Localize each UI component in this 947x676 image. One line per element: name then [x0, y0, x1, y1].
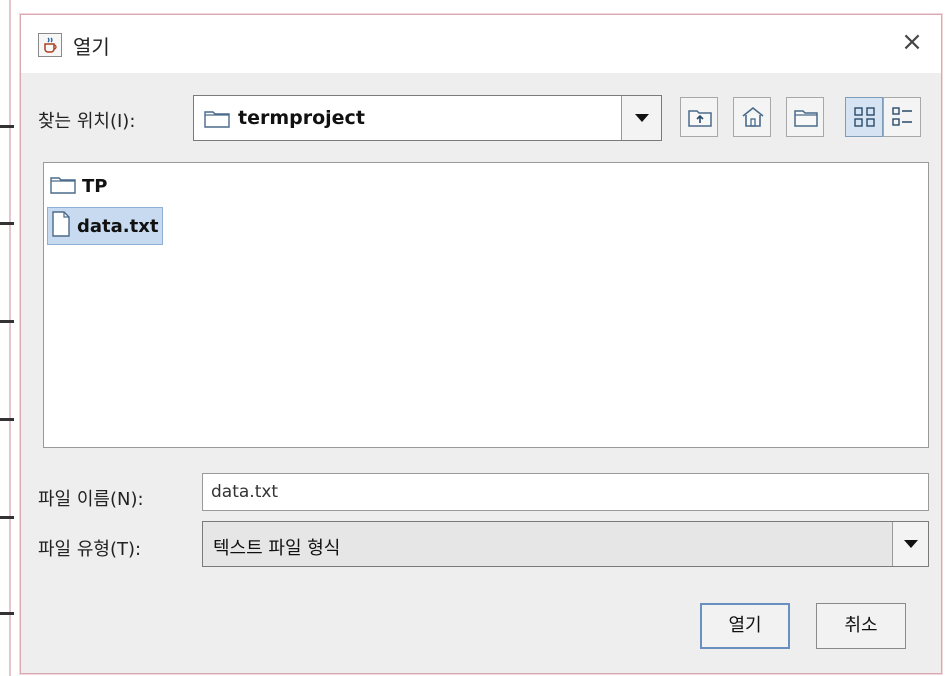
- background-tick: [0, 418, 14, 421]
- home-icon: [742, 106, 764, 127]
- list-view-button[interactable]: [845, 97, 883, 137]
- folder-icon: [50, 174, 76, 199]
- look-in-dropdown[interactable]: termproject: [193, 95, 662, 141]
- background-tick: [0, 516, 14, 519]
- home-button[interactable]: [733, 97, 771, 137]
- window-title: 열기: [73, 35, 110, 59]
- folder-icon: [204, 108, 230, 132]
- title-bar: 열기 ×: [21, 15, 941, 73]
- file-type-value: 텍스트 파일 형식: [213, 538, 341, 559]
- dropdown-arrow-button[interactable]: [621, 96, 661, 140]
- list-item-folder[interactable]: TP: [47, 167, 111, 205]
- document-icon: [51, 210, 71, 242]
- background-tick: [0, 222, 14, 225]
- up-one-level-button[interactable]: [680, 97, 718, 137]
- list-view-icon: [854, 107, 875, 127]
- background-tick: [0, 320, 14, 323]
- close-button[interactable]: ×: [895, 25, 929, 59]
- open-file-dialog: 열기 × 찾는 위치(I): termproject TP data.txt 파…: [20, 14, 942, 674]
- new-folder-icon: [794, 110, 818, 127]
- file-name-label: data.txt: [77, 215, 159, 237]
- background-divider: [9, 0, 11, 676]
- new-folder-button[interactable]: [786, 97, 824, 137]
- list-item-file[interactable]: data.txt: [47, 207, 164, 245]
- background-tick: [0, 125, 14, 128]
- file-list-pane[interactable]: TP data.txt: [43, 162, 929, 448]
- look-in-label: 찾는 위치(I):: [38, 111, 136, 132]
- cancel-button[interactable]: 취소: [816, 603, 906, 649]
- details-view-icon: [892, 107, 912, 126]
- details-view-button[interactable]: [883, 97, 921, 137]
- file-type-dropdown[interactable]: 텍스트 파일 형식: [202, 521, 929, 567]
- up-one-level-icon: [688, 110, 712, 127]
- file-name-field-label: 파일 이름(N):: [38, 489, 144, 510]
- file-name-input[interactable]: data.txt: [202, 473, 929, 511]
- dropdown-arrow-button[interactable]: [892, 522, 928, 566]
- java-coffee-icon: [38, 33, 62, 57]
- close-icon: ×: [901, 27, 923, 57]
- file-name-label: TP: [82, 175, 108, 197]
- background-tick: [0, 612, 14, 615]
- look-in-value: termproject: [238, 107, 365, 129]
- open-button[interactable]: 열기: [700, 603, 790, 649]
- file-type-field-label: 파일 유형(T):: [38, 539, 142, 560]
